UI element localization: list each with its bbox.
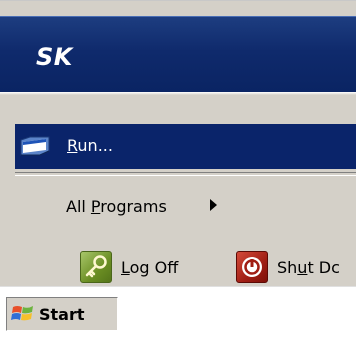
power-icon [236, 251, 268, 283]
run-label-rest: un... [77, 136, 113, 155]
header-separator [0, 92, 356, 95]
shut-down-label: Shut Dc [277, 258, 340, 277]
all-programs-accelerator: P [90, 197, 101, 216]
all-programs-menu-item[interactable]: All Programs [66, 197, 167, 216]
log-off-label: Log Off [121, 258, 178, 277]
log-off-accelerator: L [121, 257, 130, 277]
run-menu-item[interactable]: Run... [15, 124, 356, 169]
taskbar: Start [0, 286, 356, 354]
start-button[interactable]: Start [6, 297, 118, 331]
shut-down-rest: t Dc [307, 257, 340, 277]
run-accelerator: R [67, 136, 78, 155]
all-programs-rest: rograms [100, 197, 167, 216]
run-label: Run... [67, 136, 113, 155]
windows-flag-icon [11, 303, 35, 325]
all-programs-prefix: All [66, 197, 91, 216]
user-header: SK [0, 16, 356, 93]
shut-down-button[interactable]: Shut Dc [236, 249, 340, 285]
log-off-rest: og Off [129, 257, 179, 277]
menu-separator [15, 172, 356, 176]
start-menu: SK Run... All Programs Log Off Shut Dc [0, 0, 356, 287]
submenu-arrow-icon [210, 199, 217, 211]
key-icon [80, 251, 112, 283]
run-icon [18, 135, 52, 157]
user-name: SK [36, 43, 73, 71]
shut-down-prefix: Sh [277, 257, 298, 277]
start-label: Start [39, 304, 85, 324]
log-off-button[interactable]: Log Off [80, 249, 178, 285]
shut-down-accelerator: u [297, 257, 308, 277]
screen: SK Run... All Programs Log Off Shut Dc S… [0, 0, 356, 354]
